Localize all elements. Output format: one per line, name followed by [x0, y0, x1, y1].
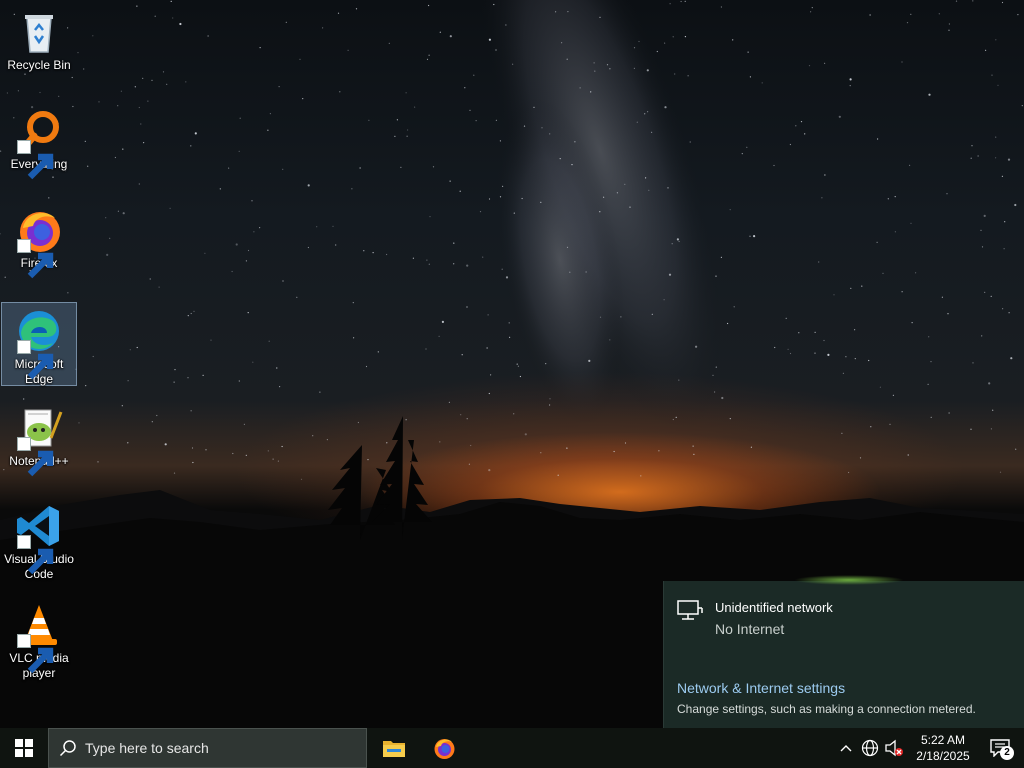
network-settings-link[interactable]: Network & Internet settings: [677, 680, 845, 696]
firefox-icon: [15, 206, 63, 279]
desktop-icon-vscode[interactable]: Visual Studio Code: [0, 498, 78, 582]
shortcut-arrow-icon: [17, 239, 54, 279]
notification-count-badge: 2: [1000, 746, 1014, 760]
network-status: No Internet: [715, 621, 785, 637]
taskbar-app-firefox[interactable]: [420, 728, 468, 768]
network-connection-item[interactable]: Unidentified network No Internet: [676, 599, 833, 639]
tray-clock[interactable]: 5:22 AM 2/18/2025: [910, 728, 976, 768]
shortcut-arrow-icon: [17, 140, 54, 180]
firefox-icon: [434, 739, 455, 759]
tray-network-button[interactable]: [858, 728, 882, 768]
vlc-icon: [15, 601, 63, 674]
desktop-icon-microsoft-edge[interactable]: Microsoft Edge: [1, 302, 77, 386]
desktop-icon-vlc[interactable]: VLC media player: [0, 597, 78, 681]
desktop-icon-label: Recycle Bin: [7, 58, 71, 72]
clock-time: 5:22 AM: [920, 733, 966, 747]
show-hidden-icons-button[interactable]: [834, 728, 858, 768]
vscode-icon: [15, 502, 63, 575]
taskbar-search-box[interactable]: [48, 728, 367, 768]
search-icon: [59, 740, 76, 757]
system-tray: 5:22 AM 2/18/2025 2: [834, 728, 1024, 768]
notepad-plus-plus-icon: [15, 404, 63, 477]
shortcut-arrow-icon: [17, 340, 54, 380]
tray-volume-button[interactable]: [882, 728, 906, 768]
windows-start-icon: [15, 739, 33, 757]
flyout-accent-glow: [794, 575, 904, 585]
network-settings-description: Change settings, such as making a connec…: [677, 702, 976, 716]
desktop-icon-recycle-bin[interactable]: Recycle Bin: [0, 4, 78, 88]
network-name: Unidentified network: [715, 600, 833, 615]
shortcut-arrow-icon: [17, 437, 54, 477]
taskbar-app-file-explorer[interactable]: [370, 728, 418, 768]
shortcut-arrow-icon: [17, 535, 54, 575]
desktop-icon-notepad-plus-plus[interactable]: Notepad++: [0, 400, 78, 484]
globe-network-icon: [861, 739, 879, 757]
edge-icon: [15, 307, 63, 380]
desktop-icon-everything[interactable]: Everything: [0, 103, 78, 187]
start-button[interactable]: [0, 728, 48, 768]
chevron-up-icon: [840, 745, 852, 752]
everything-search-icon: [15, 107, 63, 180]
desktop-icon-firefox[interactable]: Firefox: [0, 202, 78, 286]
taskbar: 5:22 AM 2/18/2025 2: [0, 728, 1024, 768]
recycle-bin-icon: [15, 8, 63, 56]
network-flyout: Unidentified network No Internet Network…: [663, 575, 1024, 728]
file-explorer-icon: [383, 741, 405, 757]
action-center-button[interactable]: 2: [976, 728, 1024, 768]
clock-date: 2/18/2025: [916, 749, 970, 763]
speaker-muted-icon: [885, 739, 903, 757]
search-input[interactable]: [85, 740, 345, 756]
shortcut-arrow-icon: [17, 634, 54, 674]
network-pc-icon: [677, 600, 703, 620]
